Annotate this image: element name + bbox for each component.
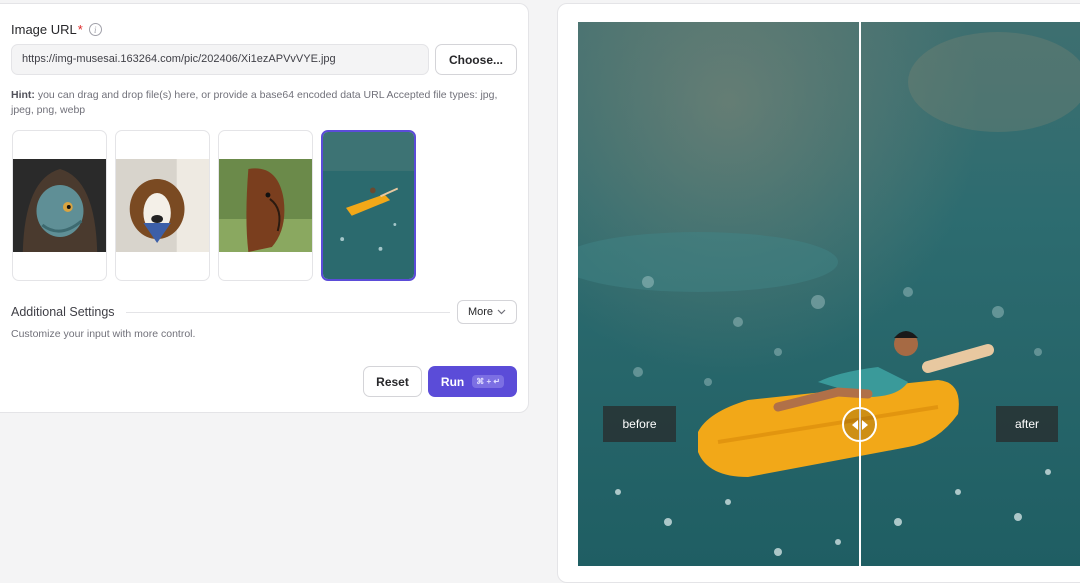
- horse-image: [219, 159, 312, 252]
- dog-image: [116, 159, 209, 252]
- info-icon[interactable]: i: [88, 23, 102, 36]
- settings-divider: [126, 312, 450, 313]
- arrow-right-icon: [861, 419, 868, 430]
- compare-divider[interactable]: [859, 22, 861, 566]
- arrow-left-icon: [851, 419, 858, 430]
- settings-subtitle: Customize your input with more control.: [11, 328, 196, 340]
- thumbnail-horse[interactable]: [218, 130, 313, 281]
- after-label: after: [996, 406, 1058, 442]
- image-url-label-row: Image URL * i: [11, 22, 102, 37]
- more-button[interactable]: More: [457, 300, 517, 324]
- example-thumbnails: [12, 130, 416, 281]
- thumbnail-dog[interactable]: [115, 130, 210, 281]
- run-button[interactable]: Run ⌘ + ↵: [428, 366, 517, 397]
- result-image: [578, 22, 1080, 566]
- more-label: More: [467, 306, 494, 318]
- chevron-down-icon: [497, 309, 506, 315]
- choose-button[interactable]: Choose...: [435, 44, 517, 75]
- before-label: before: [603, 406, 676, 442]
- hint-text: Hint: you can drag and drop file(s) here…: [11, 88, 511, 118]
- before-after-compare[interactable]: before after: [578, 22, 1080, 566]
- required-mark: *: [77, 22, 83, 37]
- thumbnail-lizard[interactable]: [12, 130, 107, 281]
- run-label: Run: [440, 374, 465, 389]
- hint-body: you can drag and drop file(s) here, or p…: [11, 89, 498, 116]
- reset-button[interactable]: Reset: [363, 366, 422, 397]
- compare-handle[interactable]: [842, 407, 877, 442]
- run-shortcut: ⌘ + ↵: [472, 375, 505, 388]
- thumbnail-popsicle-raft[interactable]: [321, 130, 416, 281]
- image-url-input[interactable]: https://img-musesai.163264.com/pic/20240…: [11, 44, 429, 75]
- popsicle-raft-image: [323, 132, 414, 279]
- lizard-image: [13, 159, 106, 252]
- hint-label: Hint:: [11, 89, 35, 101]
- image-url-label: Image URL: [11, 22, 77, 37]
- additional-settings-title: Additional Settings: [11, 305, 115, 319]
